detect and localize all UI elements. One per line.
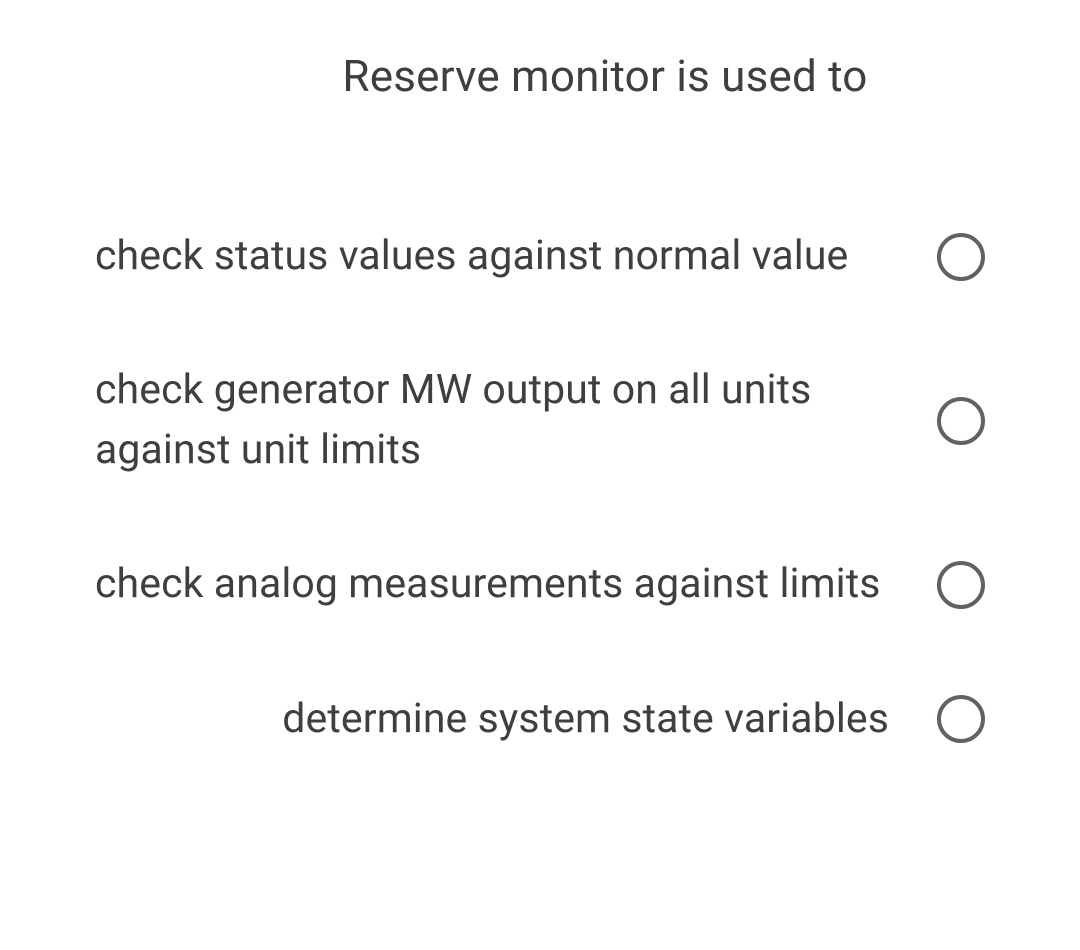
option-label-1: check status values against normal value: [95, 227, 937, 286]
question-title: Reserve monitor is used to: [95, 50, 985, 102]
option-label-2: check generator MW output on all units a…: [95, 361, 937, 480]
radio-button-3[interactable]: [937, 561, 985, 609]
radio-button-2[interactable]: [937, 397, 985, 445]
option-row-3[interactable]: check analog measurements against limits: [95, 555, 985, 614]
option-label-3: check analog measurements against limits: [95, 555, 937, 614]
option-label-4: determine system state variables: [282, 690, 919, 749]
option-row-1[interactable]: check status values against normal value: [95, 227, 985, 286]
option-row-2[interactable]: check generator MW output on all units a…: [95, 361, 985, 480]
question-container: Reserve monitor is used to check status …: [0, 0, 1080, 749]
option-row-4[interactable]: determine system state variables: [95, 690, 985, 749]
radio-button-4[interactable]: [937, 695, 985, 743]
radio-button-1[interactable]: [937, 233, 985, 281]
